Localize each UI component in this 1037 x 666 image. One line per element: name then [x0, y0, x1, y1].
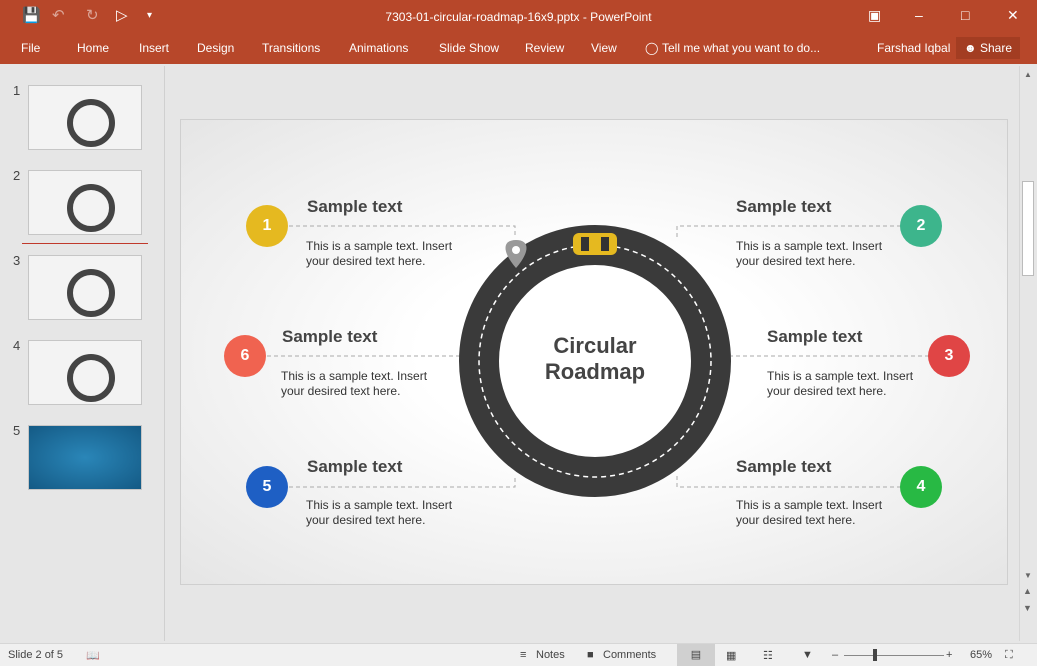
notes-button[interactable]: Notes	[536, 649, 565, 661]
previous-slide-icon[interactable]: ▲	[1023, 586, 1032, 596]
slideshow-button[interactable]: ▼	[802, 649, 813, 661]
thumb-number: 1	[13, 83, 21, 98]
step-body-5: This is a sample text. Insert your desir…	[306, 498, 453, 527]
next-slide-icon[interactable]: ▼	[1023, 603, 1032, 613]
step-badge-2: 2	[900, 205, 942, 247]
step-title-3: Sample text	[767, 327, 863, 346]
slide-thumbnail-4[interactable]	[28, 340, 142, 405]
thumb-number: 2	[13, 168, 21, 183]
step-title-1: Sample text	[307, 197, 403, 216]
slide-thumbnail-1[interactable]	[28, 85, 142, 150]
step-badge-3: 3	[928, 335, 970, 377]
reading-view-button[interactable]: ☷	[763, 649, 773, 662]
step-body-4: This is a sample text. Insert your desir…	[736, 498, 883, 527]
step-title-5: Sample text	[307, 457, 403, 476]
car-icon	[573, 233, 617, 255]
tab-insert[interactable]: Insert	[139, 41, 169, 55]
step-body-2: This is a sample text. Insert your desir…	[736, 239, 883, 268]
scroll-thumb[interactable]	[1022, 181, 1034, 276]
tab-design[interactable]: Design	[197, 41, 234, 55]
minimize-icon[interactable]: –	[915, 7, 923, 23]
step-body-1: This is a sample text. Insert your desir…	[306, 239, 453, 268]
center-title: Circular Roadmap	[544, 333, 646, 384]
title-bar: 💾 ↶ ↻ ▷ ▾ 7303-01-circular-roadmap-16x9.…	[0, 0, 1037, 34]
ribbon-display-icon[interactable]: ▣	[868, 7, 881, 24]
comments-button[interactable]: Comments	[603, 649, 656, 661]
share-button[interactable]: ☻ Share	[956, 37, 1020, 59]
normal-view-button[interactable]: ▤	[677, 644, 715, 666]
step-badge-6: 6	[224, 335, 266, 377]
slide-counter: Slide 2 of 5	[8, 649, 64, 661]
user-name[interactable]: Farshad Iqbal	[877, 41, 950, 55]
thumb-number: 4	[13, 338, 21, 353]
zoom-in-button[interactable]: +	[946, 649, 952, 661]
slide-canvas[interactable]: Circular Roadmap 1 Sample text This is a…	[180, 119, 1008, 585]
slide-thumbnail-pane: 1 2 3 4 5	[0, 66, 165, 641]
window-title: 7303-01-circular-roadmap-16x9.pptx - Pow…	[385, 10, 652, 24]
tab-view[interactable]: View	[591, 41, 617, 55]
insertion-marker	[22, 243, 148, 244]
close-icon[interactable]: ✕	[1007, 7, 1019, 24]
slide-thumbnail-3[interactable]	[28, 255, 142, 320]
vertical-scrollbar[interactable]: ▲ ▼ ▲ ▼	[1019, 66, 1036, 641]
tab-file[interactable]: File	[21, 41, 40, 55]
tab-review[interactable]: Review	[525, 41, 564, 55]
tab-animations[interactable]: Animations	[349, 41, 408, 55]
zoom-level[interactable]: 65%	[970, 649, 992, 661]
tab-slide-show[interactable]: Slide Show	[439, 41, 499, 55]
spell-check-icon[interactable]: 📖	[86, 649, 100, 662]
comments-icon: ■	[587, 649, 594, 661]
zoom-slider-thumb[interactable]	[873, 649, 877, 661]
step-badge-1: 1	[246, 205, 288, 247]
step-title-6: Sample text	[282, 327, 378, 346]
maximize-icon[interactable]: □	[961, 7, 969, 23]
tab-transitions[interactable]: Transitions	[262, 41, 320, 55]
zoom-slider[interactable]	[844, 655, 944, 656]
tab-home[interactable]: Home	[77, 41, 109, 55]
step-title-4: Sample text	[736, 457, 832, 476]
notes-icon: ≡	[520, 649, 527, 661]
step-title-2: Sample text	[736, 197, 832, 216]
step-body-3: This is a sample text. Insert your desir…	[767, 369, 914, 398]
ribbon-tabs: File Home Insert Design Transitions Anim…	[0, 34, 1037, 64]
fit-slide-icon[interactable]: ⛶	[1005, 649, 1013, 662]
step-badge-5: 5	[246, 466, 288, 508]
scroll-up-icon[interactable]: ▲	[1024, 70, 1032, 79]
lightbulb-icon: ◯	[645, 41, 659, 55]
slide-thumbnail-5[interactable]	[28, 425, 142, 490]
person-icon: ☻	[964, 41, 980, 55]
slide-thumbnail-2[interactable]	[28, 170, 142, 235]
status-bar: Slide 2 of 5 📖 ≡ Notes ■ Comments ▤ ▦ ☷ …	[0, 643, 1037, 666]
slide-sorter-button[interactable]: ▦	[726, 649, 736, 662]
tell-me-box[interactable]: Tell me what you want to do...	[662, 41, 820, 55]
thumb-number: 3	[13, 253, 21, 268]
step-badge-4: 4	[900, 466, 942, 508]
scroll-down-icon[interactable]: ▼	[1024, 571, 1032, 580]
zoom-out-button[interactable]: –	[832, 649, 838, 661]
thumb-number: 5	[13, 423, 21, 438]
step-body-6: This is a sample text. Insert your desir…	[281, 369, 428, 398]
